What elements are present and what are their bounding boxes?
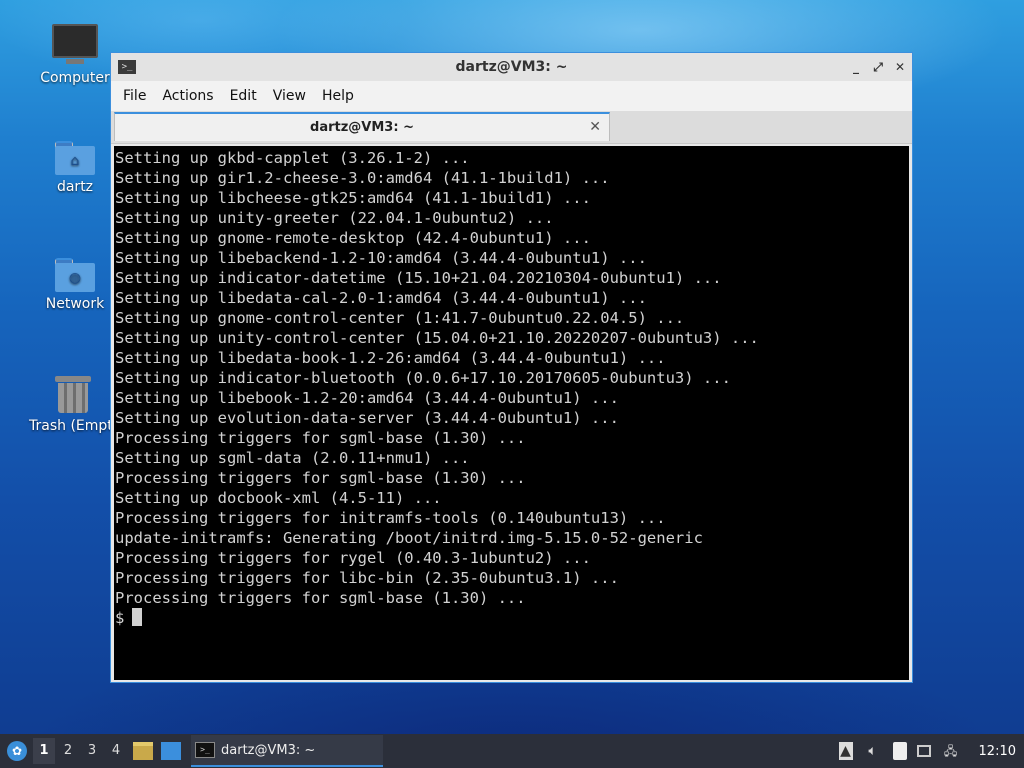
menu-edit[interactable]: Edit — [222, 88, 265, 104]
network-folder-icon: ◍ — [55, 258, 95, 292]
clipboard-icon[interactable] — [892, 742, 907, 760]
volume-icon[interactable]: 🔈︎ — [863, 742, 883, 760]
menu-actions[interactable]: Actions — [154, 88, 221, 104]
terminal-app-icon[interactable]: >_ — [118, 60, 136, 74]
terminal-line: Processing triggers for initramfs-tools … — [115, 509, 666, 527]
workspace-4[interactable]: 4 — [105, 738, 127, 764]
home-folder-icon: ⌂ — [55, 141, 95, 175]
terminal-line: update-initramfs: Generating /boot/initr… — [115, 529, 703, 547]
terminal-line: Setting up indicator-bluetooth (0.0.6+17… — [115, 369, 731, 387]
trash-icon — [55, 374, 91, 414]
update-notifier-icon[interactable]: ▲ — [838, 742, 853, 760]
window-titlebar[interactable]: >_ dartz@VM3: ~ _ ⤢ ✕ — [111, 53, 912, 81]
computer-icon — [52, 24, 98, 64]
workspace-1[interactable]: 1 — [33, 738, 55, 764]
terminal-line: Setting up gnome-control-center (1:41.7-… — [115, 309, 685, 327]
terminal-line: Setting up unity-greeter (22.04.1-0ubunt… — [115, 209, 554, 227]
terminal-line: Setting up libedata-cal-2.0-1:amd64 (3.4… — [115, 289, 647, 307]
tab-terminal[interactable]: dartz@VM3: ~ ✕ — [114, 112, 610, 141]
network-icon[interactable]: 🖧︎ — [941, 742, 961, 760]
prompt-symbol: $ — [115, 609, 125, 627]
terminal-line: Processing triggers for sgml-base (1.30)… — [115, 469, 526, 487]
terminal-line: Setting up libcheese-gtk25:amd64 (41.1-1… — [115, 189, 591, 207]
lubuntu-logo-icon: ✿ — [7, 741, 27, 761]
taskbar-task-label: dartz@VM3: ~ — [221, 742, 316, 758]
workspace-2[interactable]: 2 — [57, 738, 79, 764]
terminal-line: Setting up docbook-xml (4.5-11) ... — [115, 489, 442, 507]
menu-view[interactable]: View — [265, 88, 314, 104]
menu-bar: File Actions Edit View Help — [111, 81, 912, 111]
terminal-line: Setting up libedata-book-1.2-26:amd64 (3… — [115, 349, 666, 367]
taskbar: ✿ 1 2 3 4 >_ dartz@VM3: ~ ▲ 🔈︎ 🖧︎ 12:10 — [0, 734, 1024, 768]
start-menu-button[interactable]: ✿ — [3, 737, 31, 765]
close-button[interactable]: ✕ — [892, 59, 908, 75]
terminal-line: Processing triggers for sgml-base (1.30)… — [115, 589, 526, 607]
text-cursor — [132, 608, 143, 626]
terminal-line: Setting up libebook-1.2-20:amd64 (3.44.4… — [115, 389, 619, 407]
taskbar-task-terminal[interactable]: >_ dartz@VM3: ~ — [191, 735, 383, 767]
terminal-line: Setting up gkbd-capplet (3.26.1-2) ... — [115, 149, 470, 167]
tab-label: dartz@VM3: ~ — [310, 120, 414, 135]
tab-close-icon[interactable]: ✕ — [589, 119, 601, 135]
terminal-output[interactable]: Setting up gkbd-capplet (3.26.1-2) ... Se… — [114, 146, 909, 680]
terminal-line: Processing triggers for sgml-base (1.30)… — [115, 429, 526, 447]
terminal-line: Setting up unity-control-center (15.04.0… — [115, 329, 759, 347]
minimize-button[interactable]: _ — [848, 59, 864, 75]
window-title: dartz@VM3: ~ — [455, 59, 568, 75]
workspace-3[interactable]: 3 — [81, 738, 103, 764]
terminal-icon: >_ — [195, 742, 215, 758]
system-tray: ▲ 🔈︎ 🖧︎ 12:10 — [838, 734, 1024, 768]
display-icon[interactable] — [916, 745, 931, 757]
tab-bar: dartz@VM3: ~ ✕ — [111, 111, 912, 144]
menu-help[interactable]: Help — [314, 88, 362, 104]
menu-file[interactable]: File — [115, 88, 154, 104]
terminal-line: Processing triggers for rygel (0.40.3-1u… — [115, 549, 591, 567]
terminal-window[interactable]: >_ dartz@VM3: ~ _ ⤢ ✕ File Actions Edit … — [110, 52, 913, 683]
terminal-line: Setting up gnome-remote-desktop (42.4-0u… — [115, 229, 591, 247]
file-manager-icon[interactable] — [133, 742, 153, 760]
maximize-button[interactable]: ⤢ — [870, 59, 886, 75]
terminal-prompt-line[interactable]: $ — [115, 608, 909, 628]
terminal-line: Setting up libebackend-1.2-10:amd64 (3.4… — [115, 249, 647, 267]
terminal-line: Setting up indicator-datetime (15.10+21.… — [115, 269, 722, 287]
terminal-line: Setting up evolution-data-server (3.44.4… — [115, 409, 619, 427]
show-desktop-icon[interactable] — [161, 742, 181, 760]
clock[interactable]: 12:10 — [979, 744, 1016, 759]
terminal-line: Processing triggers for libc-bin (2.35-0… — [115, 569, 619, 587]
terminal-line: Setting up gir1.2-cheese-3.0:amd64 (41.1… — [115, 169, 610, 187]
terminal-line: Setting up sgml-data (2.0.11+nmu1) ... — [115, 449, 470, 467]
